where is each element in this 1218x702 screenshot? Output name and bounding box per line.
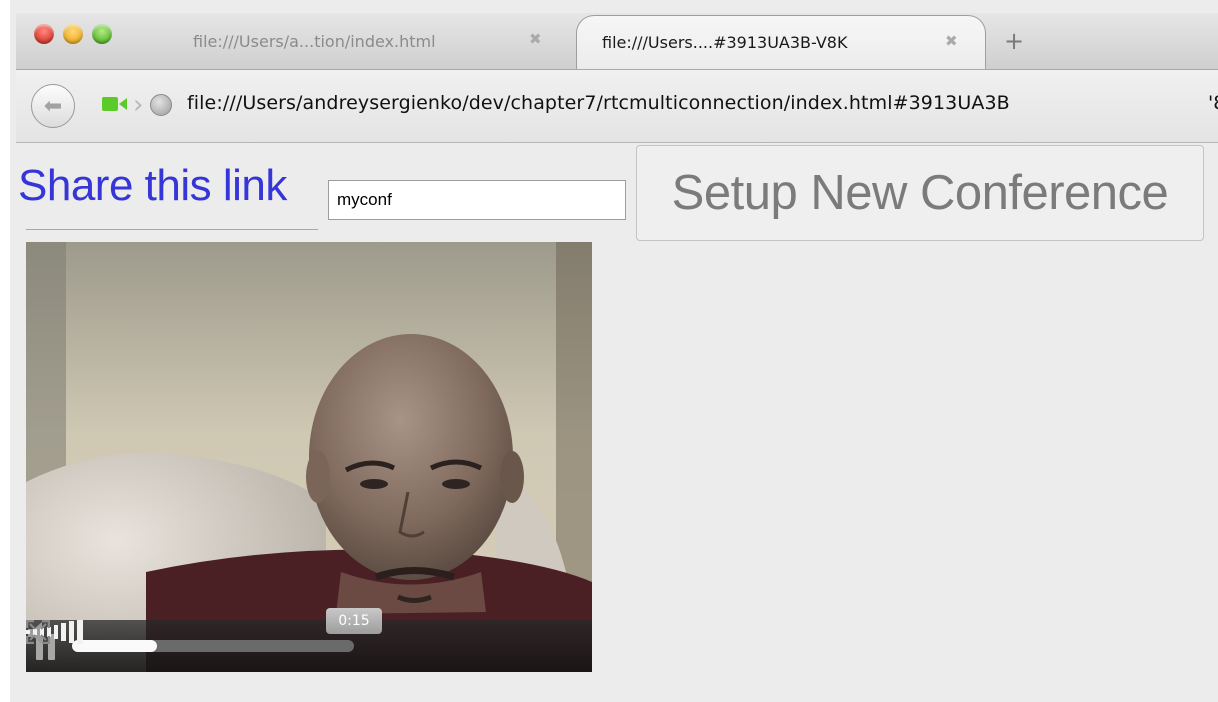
tab-inactive[interactable]: file:///Users/a...tion/index.html ✖ (176, 16, 571, 66)
tab-active[interactable]: file:///Users....#3913UA3B-V8K ✖ (576, 15, 986, 69)
video-frame (26, 242, 592, 672)
back-button[interactable]: ⬅ (31, 84, 75, 128)
tab-close-icon[interactable]: ✖ (529, 30, 542, 48)
title-underline (26, 229, 318, 230)
video-player[interactable]: 0:15 (26, 242, 592, 672)
tab-title: file:///Users....#3913UA3B-V8K (602, 33, 848, 52)
share-link-title: Share this link (18, 161, 287, 210)
tab-strip: file:///Users/a...tion/index.html ✖ file… (16, 13, 1218, 70)
minimize-window-button[interactable] (63, 24, 83, 44)
seek-bar[interactable] (72, 640, 354, 652)
fullscreen-icon[interactable] (26, 620, 50, 644)
address-overflow-text: '8 (1208, 92, 1218, 114)
setup-new-conference-button[interactable]: Setup New Conference (636, 145, 1204, 241)
tab-close-icon[interactable]: ✖ (945, 32, 958, 50)
navigation-toolbar: ⬅ › file:///Users/andreysergienko/dev/ch… (16, 70, 1218, 143)
room-name-input[interactable] (328, 180, 626, 220)
back-arrow-icon: ⬅ (43, 93, 63, 119)
tab-title: file:///Users/a...tion/index.html (193, 31, 436, 51)
globe-icon (150, 94, 172, 116)
close-window-button[interactable] (34, 24, 54, 44)
new-tab-button[interactable]: + (1004, 27, 1024, 55)
current-time-tooltip: 0:15 (326, 608, 382, 634)
chevron-separator-icon: › (133, 90, 144, 120)
zoom-window-button[interactable] (92, 24, 112, 44)
video-camera-icon (102, 97, 127, 111)
address-bar[interactable]: file:///Users/andreysergienko/dev/chapte… (187, 92, 1010, 114)
video-controls: 0:15 (26, 608, 592, 672)
